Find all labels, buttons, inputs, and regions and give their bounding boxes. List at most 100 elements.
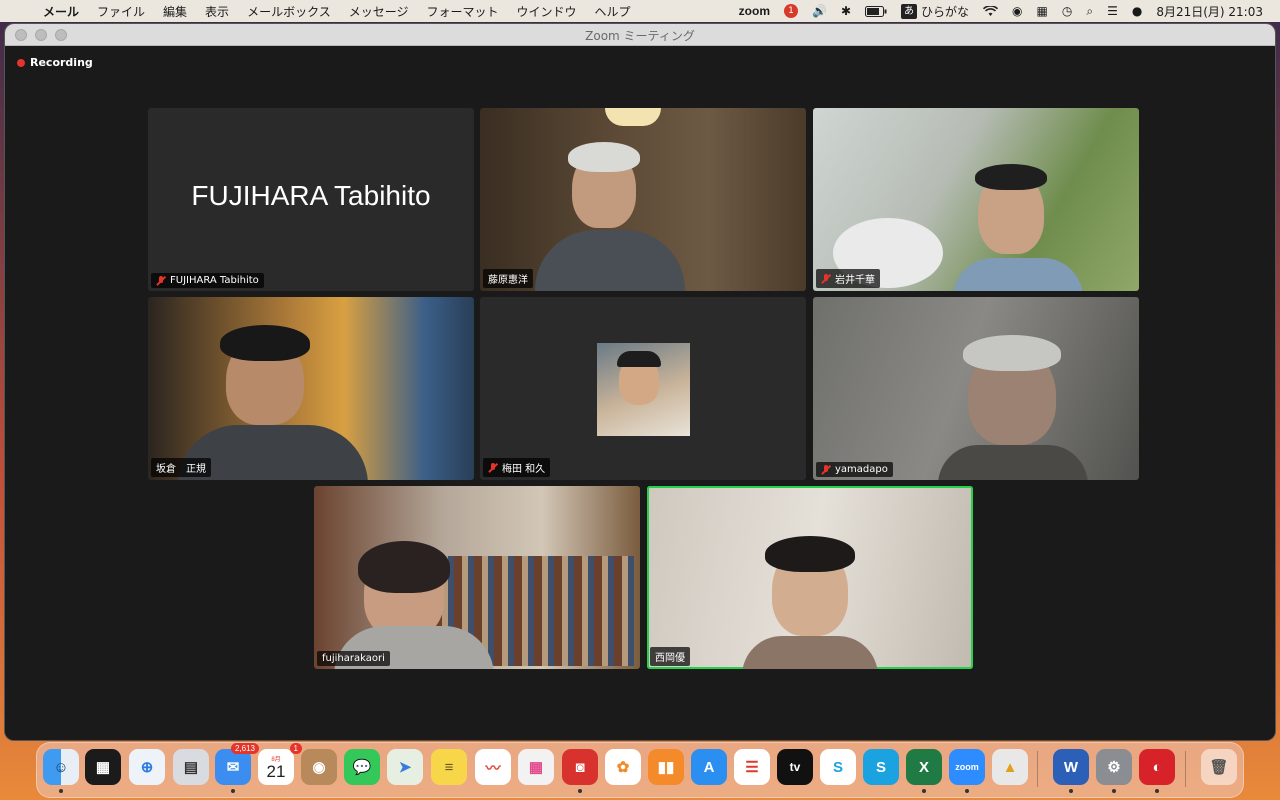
mic-muted-icon: [821, 464, 831, 475]
keyboard-icon[interactable]: ▦: [1030, 4, 1055, 18]
contacts-icon[interactable]: ◉: [301, 749, 337, 785]
running-indicator: [1112, 789, 1116, 793]
participant-tile-fujiharakaori[interactable]: fujiharakaori: [314, 486, 640, 669]
participant-name-tag: fujiharakaori: [317, 651, 390, 666]
participant-name: 梅田 和久: [502, 464, 546, 475]
zoom-label: zoom: [955, 762, 979, 772]
menubar: メール ファイル 編集 表示 メールボックス メッセージ フォーマット ウインド…: [0, 0, 1280, 22]
participant-video-body: [535, 230, 685, 291]
mail-icon[interactable]: ✉ 2,613: [215, 743, 259, 785]
participant-tile-iwai-chika[interactable]: 岩井千華: [813, 108, 1139, 291]
freeform-icon[interactable]: 〰: [475, 749, 511, 785]
books-icon[interactable]: ▮▮: [648, 749, 684, 785]
participant-tile-umeda-kazuhisa[interactable]: 梅田 和久: [480, 297, 806, 480]
running-indicator: [922, 789, 926, 793]
menubar-datetime[interactable]: 8月21日(月) 21:03: [1149, 3, 1270, 20]
menu-view[interactable]: 表示: [196, 3, 238, 20]
participant-video-body: [742, 636, 878, 669]
participant-name-tag: 坂倉 正規: [151, 458, 211, 477]
menu-mailbox[interactable]: メールボックス: [238, 3, 340, 20]
preview-icon[interactable]: ▤: [173, 749, 209, 785]
mic-muted-icon: [156, 275, 166, 286]
dropbox-icon[interactable]: 1: [777, 4, 805, 18]
dock: ☺ ▦ ⊕ ▤ ✉ 2,613 8月 21 1 ◉ 💬 ➤ ≡ 〰 ▦ ◙ ✿ …: [36, 742, 1244, 798]
excel-label: X: [918, 758, 929, 776]
mail-badge: 2,613: [230, 743, 259, 754]
dock-separator: [1037, 751, 1038, 787]
trash-icon[interactable]: 🗑: [1201, 749, 1237, 785]
window-titlebar[interactable]: Zoom ミーティング: [5, 24, 1275, 46]
mission-control-icon[interactable]: ▦: [85, 749, 121, 785]
excel-icon[interactable]: X: [906, 749, 942, 785]
wifi-icon[interactable]: [976, 5, 1005, 17]
menu-format[interactable]: フォーマット: [417, 3, 507, 20]
window-title: Zoom ミーティング: [585, 29, 695, 43]
battery-icon[interactable]: [858, 5, 894, 17]
menu-message[interactable]: メッセージ: [340, 3, 418, 20]
control-center-icon[interactable]: ☰: [1100, 4, 1125, 18]
calendar-badge: 1: [289, 743, 302, 754]
dropbox-badge: 1: [784, 4, 798, 18]
zoom-window: Zoom ミーティング Recording FUJIHARA Tabihito …: [5, 24, 1275, 740]
zoom-app-icon[interactable]: zoom: [949, 749, 985, 785]
time-machine-icon[interactable]: ◷: [1055, 4, 1079, 18]
participant-name-tag: yamadapo: [816, 462, 893, 477]
siri-icon[interactable]: ●: [1125, 4, 1149, 18]
spotlight-search-icon[interactable]: ⌕: [1079, 4, 1100, 19]
running-indicator: [965, 789, 969, 793]
calendar-day: 21: [266, 762, 286, 781]
participant-video-hair: [358, 541, 450, 593]
notes-icon[interactable]: ≡: [431, 749, 467, 785]
photo-booth-icon[interactable]: ◙: [562, 749, 598, 785]
menu-edit[interactable]: 編集: [154, 3, 196, 20]
google-drive-icon[interactable]: ▲: [992, 749, 1028, 785]
participant-name: 岩井千華: [835, 275, 875, 286]
meeting-gallery: Recording FUJIHARA Tabihito FUJIHARA Tab…: [5, 46, 1275, 740]
menu-file[interactable]: ファイル: [88, 3, 154, 20]
participant-tile-yamadapo[interactable]: yamadapo: [813, 297, 1139, 480]
maps-icon[interactable]: ➤: [387, 749, 423, 785]
ime-box: あ: [901, 3, 918, 19]
system-settings-icon[interactable]: ⚙: [1096, 749, 1132, 785]
recording-indicator[interactable]: Recording: [17, 56, 93, 69]
avatar-hair: [617, 351, 661, 367]
menu-window[interactable]: ウインドウ: [508, 3, 586, 20]
reminders-icon[interactable]: ☰: [734, 749, 770, 785]
participant-video-body: [938, 445, 1088, 480]
word-icon[interactable]: W: [1053, 749, 1089, 785]
participant-name-tag: FUJIHARA Tabihito: [151, 273, 264, 288]
participant-name: FUJIHARA Tabihito: [170, 275, 259, 286]
recording-dot-icon: [17, 58, 25, 67]
participant-tile-fujihara-tabihito[interactable]: FUJIHARA Tabihito FUJIHARA Tabihito: [148, 108, 474, 291]
participant-video-hair: [963, 335, 1061, 371]
participant-tile-fujihara-keiyo[interactable]: 藤原惠洋: [480, 108, 806, 291]
calendar-icon[interactable]: 8月 21 1: [258, 743, 302, 785]
input-method[interactable]: あ ひらがな: [894, 3, 976, 20]
zoom-status-icon[interactable]: zoom: [732, 4, 777, 18]
skype-icon[interactable]: S: [820, 749, 856, 785]
ime-label: ひらがな: [921, 4, 970, 19]
running-indicator: [578, 789, 582, 793]
menu-app-name[interactable]: メール: [34, 3, 88, 20]
status-area: zoom 1 🔊 ✱ あ ひらがな ◉ ▦ ◷ ⌕ ☰ ● 8月21日(月) 2…: [732, 3, 1280, 20]
launchpad-icon[interactable]: ▦: [518, 749, 554, 785]
messages-icon[interactable]: 💬: [344, 749, 380, 785]
finder-icon[interactable]: ☺: [43, 749, 79, 785]
bluetooth-icon[interactable]: ✱: [834, 4, 858, 18]
volume-icon[interactable]: 🔊: [805, 4, 834, 18]
participant-tile-sakakura-masanori[interactable]: 坂倉 正規: [148, 297, 474, 480]
participant-tile-nishioka-yu[interactable]: 西岡優: [647, 486, 973, 669]
photos-icon[interactable]: ✿: [605, 749, 641, 785]
recording-label: Recording: [30, 56, 93, 69]
user-account-icon[interactable]: ◉: [1005, 4, 1029, 18]
running-indicator: [231, 789, 235, 793]
apple-tv-icon[interactable]: tv: [777, 749, 813, 785]
safari-icon[interactable]: ⊕: [129, 749, 165, 785]
trend-micro-icon[interactable]: ◐: [1139, 749, 1175, 785]
skype-for-business-icon[interactable]: S: [863, 749, 899, 785]
skype-label: S: [832, 758, 843, 776]
menu-help[interactable]: ヘルプ: [586, 3, 640, 20]
app-store-icon[interactable]: A: [691, 749, 727, 785]
participant-name-tag: 西岡優: [650, 647, 690, 666]
tv-label: tv: [789, 760, 801, 774]
